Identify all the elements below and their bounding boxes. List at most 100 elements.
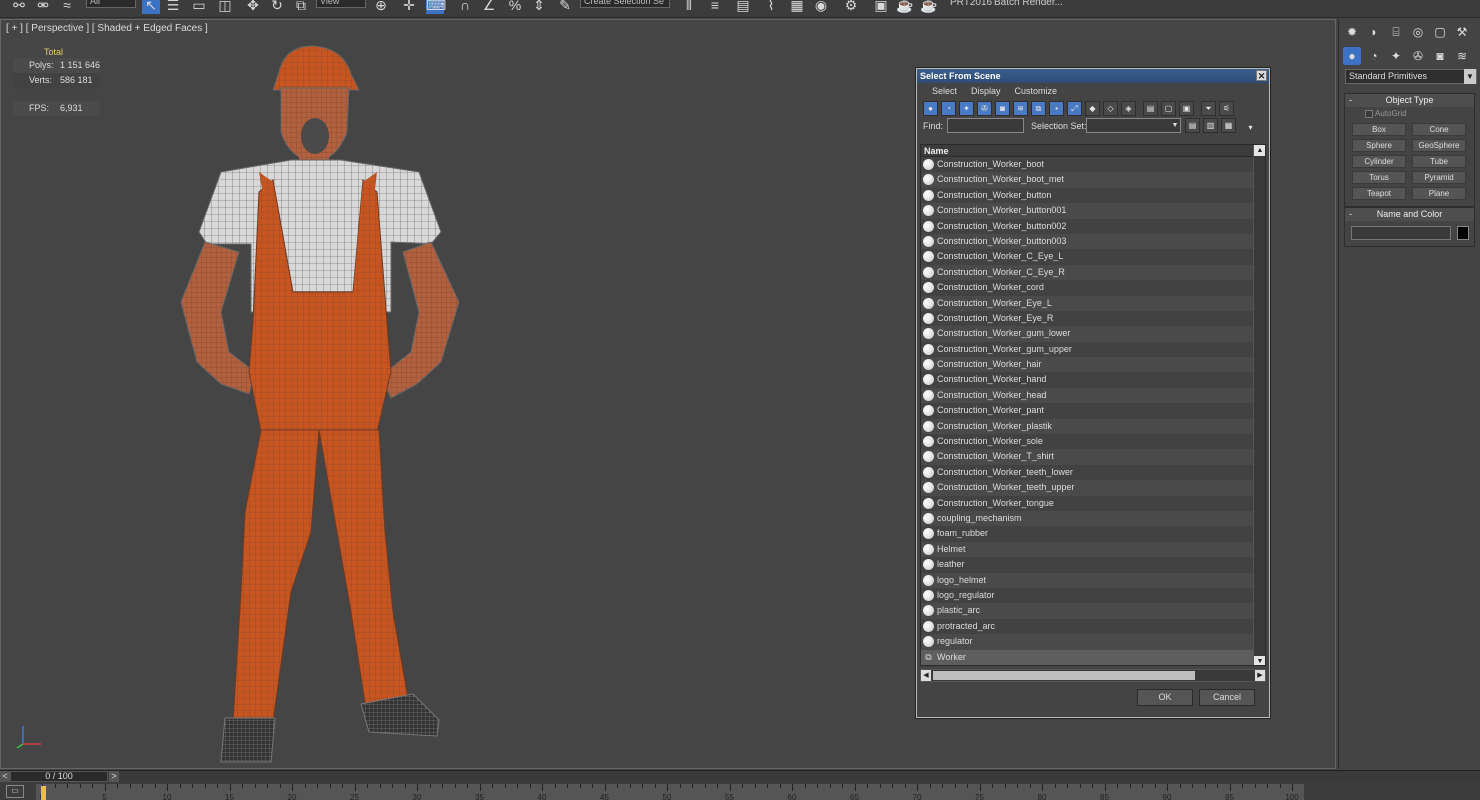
display-all-icon[interactable]: ◆ [1085,101,1100,116]
time-slider-thumb[interactable]: 0 / 100 [10,771,108,782]
space-warps-filter-icon[interactable]: ≋ [1013,101,1028,116]
link-icon[interactable]: ⚯ [10,0,28,14]
timeline-ruler[interactable]: 0510152025303540455055606570758085909510… [36,784,1304,800]
cancel-button[interactable]: Cancel [1199,689,1255,706]
construction-worker-model[interactable] [141,32,481,769]
scroll-right-icon[interactable]: ▶ [1255,670,1265,681]
list-item[interactable]: Construction_Worker_gum_upper [921,341,1265,358]
list-item[interactable]: Construction_Worker_C_Eye_L [921,249,1265,265]
list-item[interactable]: coupling_mechanism [921,510,1265,527]
list-item[interactable]: Construction_Worker_plastik [921,418,1265,435]
align-icon[interactable]: ≡ [706,0,724,14]
menu-display[interactable]: Display [964,83,1008,99]
name-and-color-header[interactable]: - Name and Color [1345,208,1474,221]
filter-icon[interactable]: ⏷ [1201,101,1216,116]
tube-button[interactable]: Tube [1412,155,1466,168]
create-tab-icon[interactable]: ✹ [1343,23,1361,41]
scroll-up-icon[interactable]: ▲ [1254,145,1265,156]
shapes-icon[interactable]: ◔ [1365,47,1383,65]
list-item[interactable]: Construction_Worker_cord [921,280,1265,296]
find-input[interactable] [947,118,1024,133]
geosphere-button[interactable]: GeoSphere [1412,139,1466,152]
systems-icon[interactable]: ⚙ [1475,47,1480,65]
plane-button[interactable]: Plane [1412,187,1466,200]
autogrid-checkbox[interactable]: AutoGrid [1345,109,1474,118]
list-item[interactable]: Construction_Worker_sole [921,434,1265,450]
list-item[interactable]: Construction_Worker_button002 [921,218,1265,234]
lights-filter-icon[interactable]: ✦ [959,101,974,116]
render-setup-icon[interactable]: ⚙ [842,0,860,14]
bind-space-warp-icon[interactable]: ≈ [58,0,76,14]
utilities-tab-icon[interactable]: ⚒ [1453,23,1471,41]
scroll-left-icon[interactable]: ◀ [921,670,931,681]
object-color-swatch[interactable] [1457,226,1469,240]
select-manipulate-icon[interactable]: ✛ [400,0,418,14]
list-item[interactable]: Construction_Worker_hand [921,372,1265,388]
select-none-icon[interactable]: ▢ [1161,101,1176,116]
motion-tab-icon[interactable]: ◎ [1409,23,1427,41]
space-warps-icon[interactable]: ≋ [1453,47,1471,65]
list-item[interactable]: Construction_Worker_boot_met [921,172,1265,188]
remove-from-selection-set-icon[interactable]: ▦ [1221,118,1236,133]
mini-curve-editor-icon[interactable]: ▭ [6,785,24,798]
teapot-button[interactable]: Teapot [1352,187,1406,200]
cylinder-button[interactable]: Cylinder [1352,155,1406,168]
create-selection-set-icon[interactable]: ▤ [1185,118,1200,133]
list-item[interactable]: Construction_Worker_teeth_upper [921,480,1265,496]
filter-settings-icon[interactable]: ⚟ [1219,101,1234,116]
list-item[interactable]: leather [921,557,1265,573]
helpers-icon[interactable]: ◙ [1431,47,1449,65]
list-item[interactable]: Construction_Worker_T_shirt [921,449,1265,465]
toolbar-overflow-icon[interactable]: ▾ [1243,121,1258,136]
reference-coord-dropdown[interactable]: View [316,0,366,8]
snaps-toggle-icon[interactable]: ∩ [456,0,474,14]
object-name-field[interactable] [1351,226,1451,240]
display-tab-icon[interactable]: ▢ [1431,23,1449,41]
keyboard-shortcut-icon[interactable]: ⌨ [426,0,446,14]
pyramid-button[interactable]: Pyramid [1412,171,1466,184]
select-by-name-icon[interactable]: ☰ [164,0,182,14]
list-horizontal-scrollbar[interactable]: ◀ ▶ [920,669,1266,682]
current-frame-marker[interactable] [41,786,46,800]
shapes-filter-icon[interactable]: ◔ [941,101,956,116]
named-selection-dropdown[interactable]: Create Selection Se [580,0,670,8]
list-item[interactable]: Construction_Worker_gum_lower [921,326,1265,342]
list-item[interactable]: Helmet [921,541,1265,558]
horizontal-scroll-thumb[interactable] [933,671,1195,680]
cone-button[interactable]: Cone [1412,123,1466,136]
name-column-header[interactable]: Name [921,145,1265,157]
window-crossing-icon[interactable]: ◫ [216,0,234,14]
modify-tab-icon[interactable]: ◗ [1365,23,1383,41]
select-all-icon[interactable]: ▤ [1143,101,1158,116]
time-slider-prev-button[interactable]: < [0,771,10,782]
cameras-icon[interactable]: ✇ [1409,47,1427,65]
sphere-button[interactable]: Sphere [1352,139,1406,152]
list-item[interactable]: Construction_Worker_button001 [921,203,1265,219]
list-item[interactable]: Construction_Worker_C_Eye_R [921,264,1265,281]
list-item[interactable]: Construction_Worker_Eye_L [921,295,1265,311]
groups-filter-icon[interactable]: ⧉ [1031,101,1046,116]
torus-button[interactable]: Torus [1352,171,1406,184]
hierarchy-tab-icon[interactable]: ⌸ [1387,23,1405,41]
list-item[interactable]: plastic_arc [921,603,1265,619]
layer-explorer-icon[interactable]: ▤ [734,0,752,14]
scroll-down-icon[interactable]: ▼ [1254,656,1265,665]
prt-label[interactable]: PRT2016 [950,0,992,8]
cameras-filter-icon[interactable]: ✇ [977,101,992,116]
pivot-center-icon[interactable]: ⊕ [372,0,390,14]
time-slider-next-button[interactable]: > [109,771,119,782]
add-to-selection-set-icon[interactable]: ▥ [1203,118,1218,133]
dialog-title-bar[interactable]: Select From Scene ✕ [917,69,1269,83]
object-type-header[interactable]: - Object Type [1345,94,1474,107]
menu-select[interactable]: Select [925,83,964,99]
list-item[interactable]: Construction_Worker_button [921,187,1265,204]
list-item[interactable]: Construction_Worker_tongue [921,495,1265,511]
list-item[interactable]: regulator [921,634,1265,650]
list-item[interactable]: Construction_Worker_button003 [921,233,1265,250]
scale-icon[interactable]: ⧉ [292,0,310,14]
bones-filter-icon[interactable]: ⤢ [1067,101,1082,116]
list-item[interactable]: Construction_Worker_hair [921,357,1265,373]
menu-customize[interactable]: Customize [1008,83,1065,99]
lights-icon[interactable]: ✦ [1387,47,1405,65]
time-slider[interactable]: < 0 / 100 > [0,770,1480,782]
